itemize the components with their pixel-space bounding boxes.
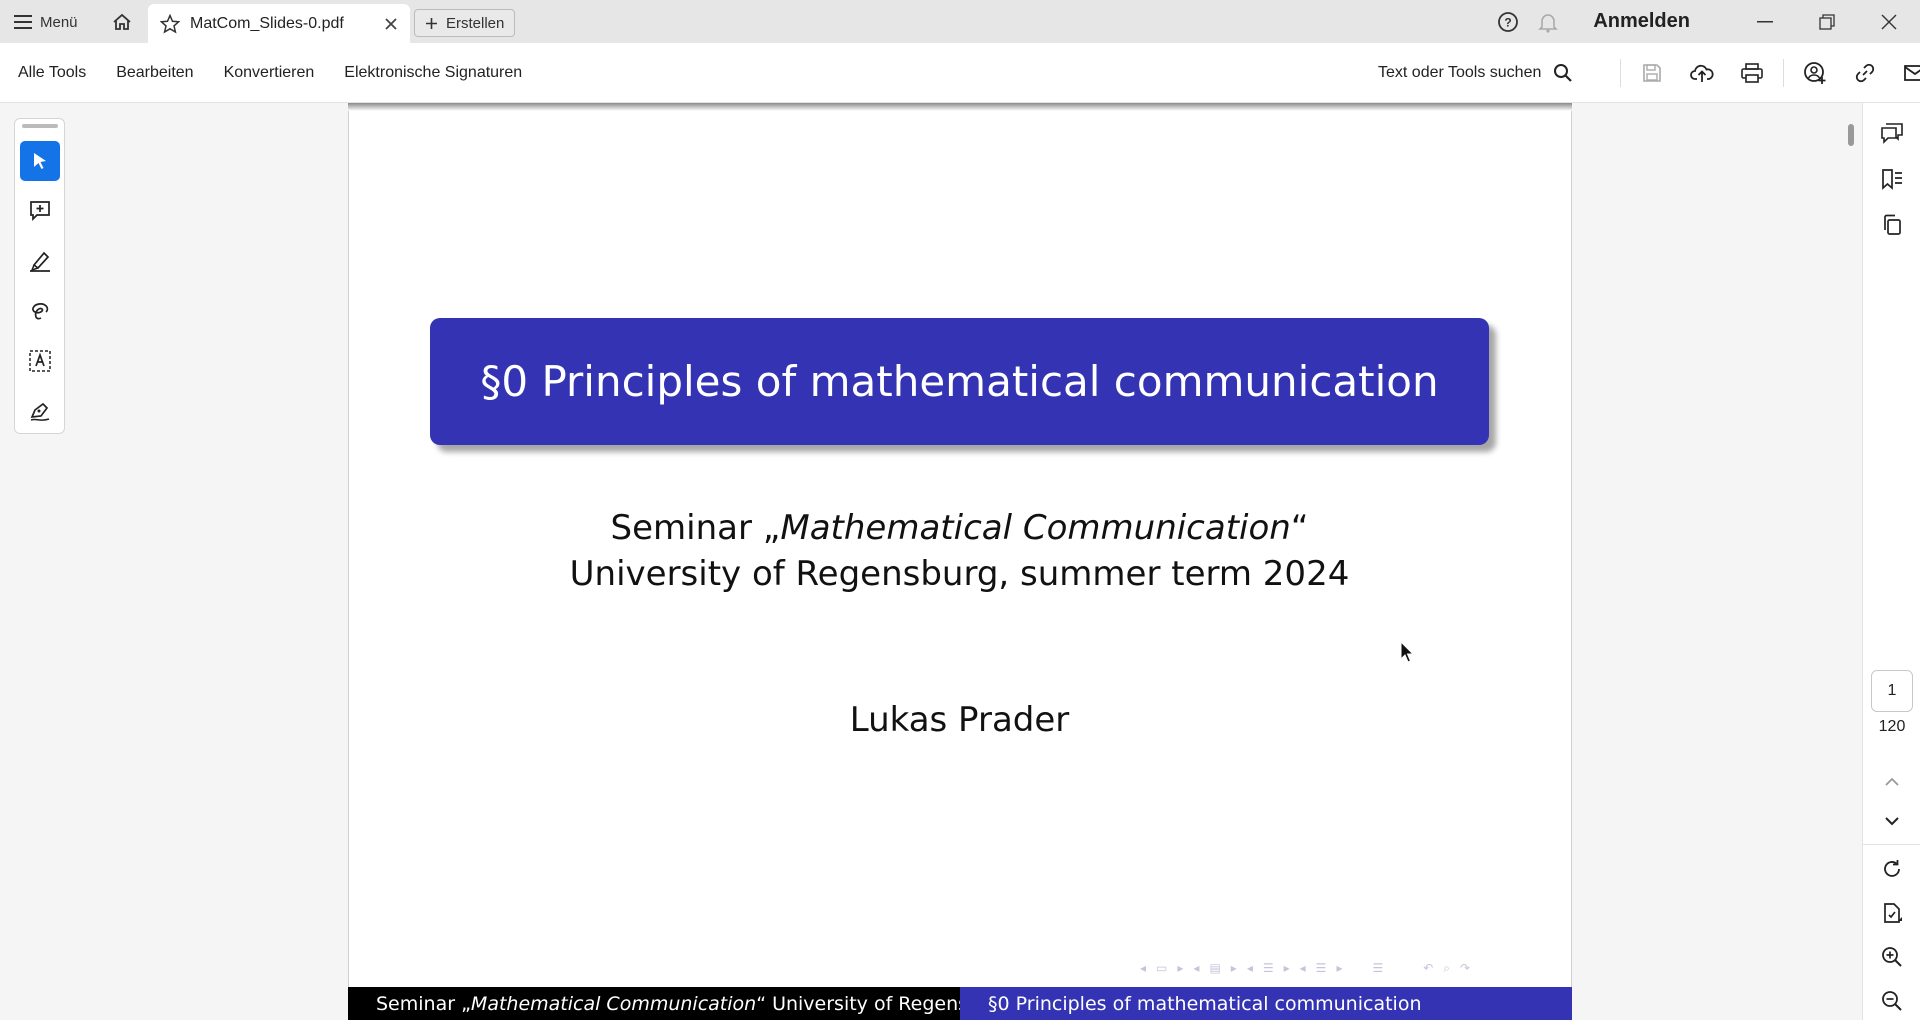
text-box-tool-button[interactable]	[20, 341, 60, 381]
zoom-in-icon	[1882, 947, 1902, 967]
footer-left-prefix: Seminar „	[376, 992, 471, 1015]
menu-label: Menü	[40, 13, 78, 31]
plus-icon	[426, 17, 437, 29]
svg-text:?: ?	[1505, 15, 1512, 29]
slide-subtitle-line2: University of Regensburg, summer term 20…	[569, 554, 1350, 594]
menu-convert[interactable]: Konvertieren	[224, 64, 315, 82]
subtitle-italic: Mathematical Communication	[780, 508, 1291, 548]
bell-icon[interactable]	[1537, 11, 1559, 33]
slide-title-box: §0 Principles of mathematical communicat…	[430, 318, 1489, 445]
add-comment-icon	[30, 201, 50, 222]
slide-footer-right: §0 Principles of mathematical communicat…	[960, 987, 1572, 1020]
highlight-pen-icon	[30, 251, 50, 272]
rail-divider	[1863, 844, 1920, 845]
add-comment-button[interactable]	[20, 191, 60, 231]
pages-icon	[1884, 214, 1901, 235]
minimize-button[interactable]	[1734, 0, 1796, 43]
create-label: Erstellen	[446, 14, 505, 32]
comments-icon	[1881, 123, 1903, 144]
menu-button[interactable]: Menü	[14, 8, 78, 36]
upload-icon	[1690, 64, 1714, 82]
total-pages: 120	[1878, 718, 1906, 735]
menu-icon	[14, 15, 32, 29]
chevron-down-icon	[1885, 816, 1899, 825]
zoom-out-icon	[1882, 991, 1902, 1011]
home-icon	[113, 13, 131, 30]
vertical-scrollbar[interactable]	[1848, 124, 1854, 146]
zoom-in-button[interactable]	[1872, 939, 1912, 975]
page-top-shadow	[348, 103, 1572, 111]
bookmarks-button[interactable]	[1872, 161, 1912, 197]
mouse-cursor-icon	[1400, 641, 1415, 663]
annotation-toolbar	[14, 118, 65, 434]
draw-tool-button[interactable]	[20, 291, 60, 331]
highlight-tool-button[interactable]	[20, 241, 60, 281]
mail-button[interactable]	[1890, 53, 1920, 93]
save-button[interactable]	[1627, 53, 1677, 93]
toolbar-divider	[1620, 59, 1621, 87]
star-icon[interactable]	[160, 13, 180, 34]
link-icon	[1855, 63, 1875, 83]
title-bar: Menü MatCom_Slides-0.pdf Erstellen ? Anm…	[0, 0, 1920, 43]
menu-all-tools[interactable]: Alle Tools	[18, 64, 86, 82]
main-toolbar: Alle Tools Bearbeiten Konvertieren Elekt…	[0, 43, 1920, 103]
page-settings-button[interactable]	[1872, 895, 1912, 931]
rotate-icon	[1884, 860, 1900, 877]
previous-page-button[interactable]	[1872, 763, 1912, 799]
subtitle-suffix: “	[1290, 508, 1309, 548]
tab-title: MatCom_Slides-0.pdf	[190, 14, 344, 32]
toolbar-divider	[1783, 59, 1784, 87]
slide-footer-left: Seminar „ Mathematical Communication “ Uni…	[348, 987, 960, 1020]
document-tab[interactable]: MatCom_Slides-0.pdf	[148, 4, 410, 43]
share-user-icon	[1804, 62, 1826, 84]
toolbar-drag-handle[interactable]	[22, 124, 58, 128]
restore-icon	[1819, 13, 1835, 30]
login-button[interactable]: Anmelden	[1593, 10, 1690, 33]
slide-author: Lukas Prader	[849, 700, 1070, 740]
comments-button[interactable]	[1872, 115, 1912, 151]
search-icon[interactable]	[1553, 63, 1573, 83]
footer-left-italic: Mathematical Communication	[470, 992, 757, 1015]
share-user-button[interactable]	[1790, 53, 1840, 93]
print-button[interactable]	[1727, 53, 1777, 93]
beamer-navigation-symbols[interactable]: ◂ ▭ ▸ ◂ ▤ ▸ ◂ ☰ ▸ ◂ ☰ ▸ ☰ ↶ ⌕ ↷	[1140, 958, 1470, 978]
window-close-button[interactable]	[1858, 0, 1920, 43]
close-icon[interactable]	[384, 17, 398, 31]
tool-search[interactable]: Text oder Tools suchen	[1378, 43, 1573, 103]
restore-button[interactable]	[1796, 0, 1858, 43]
menu-e-signatures[interactable]: Elektronische Signaturen	[344, 64, 522, 82]
sign-tool-button[interactable]	[20, 391, 60, 431]
link-button[interactable]	[1840, 53, 1890, 93]
page-settings-icon	[1884, 903, 1902, 923]
slide-subtitle-line1: Seminar „Mathematical Communication“	[430, 508, 1489, 548]
draw-freeform-icon	[32, 303, 49, 320]
select-tool-button[interactable]	[20, 141, 60, 181]
help-icon[interactable]: ?	[1497, 11, 1519, 33]
right-sidebar: 1 120	[1862, 103, 1920, 1020]
minimize-icon	[1757, 20, 1773, 22]
bookmark-icon	[1882, 169, 1902, 190]
chevron-up-icon	[1885, 777, 1899, 786]
text-box-icon	[29, 350, 51, 372]
search-label: Text oder Tools suchen	[1378, 64, 1542, 81]
mail-icon	[1904, 65, 1920, 81]
zoom-out-button[interactable]	[1872, 983, 1912, 1019]
current-page-input[interactable]: 1	[1871, 670, 1913, 712]
select-icon	[34, 153, 46, 169]
rotate-button[interactable]	[1872, 851, 1912, 887]
subtitle-prefix: Seminar „	[610, 508, 781, 548]
print-icon	[1741, 63, 1763, 83]
sign-icon	[30, 402, 50, 421]
slide-title: §0 Principles of mathematical communicat…	[480, 357, 1439, 406]
window-close-icon	[1881, 14, 1897, 29]
menu-edit[interactable]: Bearbeiten	[116, 64, 193, 82]
create-button[interactable]: Erstellen	[414, 9, 516, 37]
home-button[interactable]	[104, 8, 140, 36]
footer-left-suffix: “ University of Regensburg	[756, 992, 960, 1015]
upload-button[interactable]	[1677, 53, 1727, 93]
next-page-button[interactable]	[1872, 803, 1912, 839]
save-icon	[1643, 64, 1661, 82]
pages-button[interactable]	[1872, 207, 1912, 243]
